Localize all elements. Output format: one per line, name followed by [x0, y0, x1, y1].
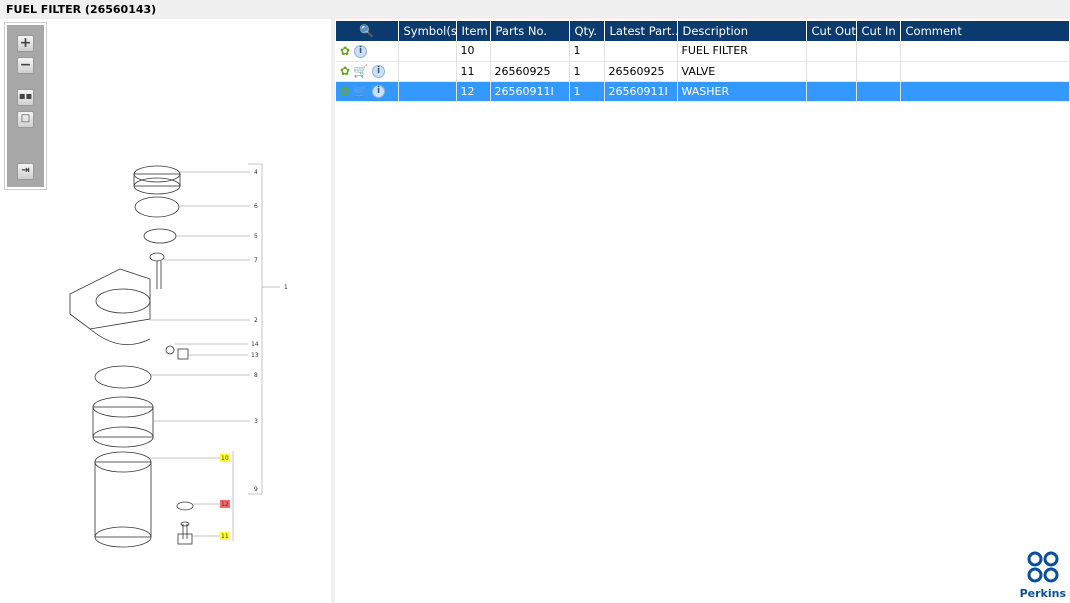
gear-icon[interactable]: ✿: [340, 64, 350, 78]
latest-part-cell: [604, 41, 678, 62]
callout-9[interactable]: 9: [254, 486, 258, 493]
latest-part-cell: 26560925: [604, 61, 678, 82]
column-qty[interactable]: Qty.: [569, 21, 605, 41]
gear-icon[interactable]: ✿: [340, 44, 350, 58]
qty-cell: 1: [569, 61, 605, 82]
parts-no-cell: 26560925: [490, 61, 570, 82]
qty-cell: 1: [569, 41, 605, 62]
parts-list-panel: 🔍 Symbol(s) Item Parts No. Qty. Latest P…: [335, 19, 1070, 603]
callout-14[interactable]: 14: [251, 341, 259, 348]
parts-no-cell: 26560911I: [490, 81, 570, 102]
callout-8[interactable]: 8: [254, 372, 258, 379]
callout-4[interactable]: 4: [254, 169, 258, 176]
callout-13[interactable]: 13: [251, 352, 259, 359]
item-cell: 12: [456, 81, 491, 102]
gear-icon[interactable]: ✿: [340, 84, 350, 98]
info-icon[interactable]: i: [372, 85, 386, 99]
description-cell: VALVE: [677, 61, 807, 82]
info-icon[interactable]: i: [372, 65, 386, 79]
column-cut-out[interactable]: Cut Out: [806, 21, 857, 41]
column-cut-in[interactable]: Cut In: [856, 21, 901, 41]
diagram-panel: + − ▪▪ □ ⇥ 4 6 5 7 1 2 14 13 8 3 10 12 1…: [0, 19, 331, 603]
parts-no-cell: [490, 41, 570, 62]
latest-part-cell: 26560911I: [604, 81, 678, 102]
callout-5[interactable]: 5: [254, 233, 258, 240]
callout-1[interactable]: 1: [284, 284, 288, 291]
item-cell: 11: [456, 61, 491, 82]
callout-3[interactable]: 3: [254, 418, 258, 425]
diagram-parts: [69, 165, 194, 548]
perkins-logo-mark: [1027, 551, 1059, 583]
callout-6[interactable]: 6: [254, 203, 258, 210]
logo-text: Perkins: [1019, 587, 1066, 600]
cart-icon[interactable]: 🛒: [353, 84, 368, 98]
exploded-diagram[interactable]: 4 6 5 7 1 2 14 13 8 3 10 12 11 9: [0, 19, 331, 603]
table-row[interactable]: ✿ 🛒 i 11 26560925 1 26560925 VALVE: [336, 61, 1070, 82]
callout-2[interactable]: 2: [254, 317, 258, 324]
callout-7[interactable]: 7: [254, 257, 258, 264]
window-title: FUEL FILTER (26560143): [6, 3, 157, 16]
description-cell: WASHER: [677, 81, 807, 102]
column-comment[interactable]: Comment: [900, 21, 1070, 41]
column-symbols[interactable]: Symbol(s): [398, 21, 457, 41]
search-icon[interactable]: 🔍: [359, 24, 374, 38]
table-header: 🔍 Symbol(s) Item Parts No. Qty. Latest P…: [336, 21, 1070, 41]
info-icon[interactable]: i: [354, 45, 368, 58]
table-row[interactable]: ✿ i 10 1 FUEL FILTER: [336, 41, 1070, 62]
callout-12[interactable]: 12: [221, 501, 229, 508]
table-row-selected[interactable]: ✿ 🛒 i 12 26560911I 1 26560911I WASHER: [336, 81, 1070, 102]
perkins-logo: Perkins: [1020, 550, 1066, 600]
cart-icon[interactable]: 🛒: [353, 64, 368, 78]
column-description[interactable]: Description: [677, 21, 807, 41]
callout-10[interactable]: 10: [221, 455, 229, 462]
column-parts-no[interactable]: Parts No.: [490, 21, 570, 41]
description-cell: FUEL FILTER: [677, 41, 807, 62]
parts-table: 🔍 Symbol(s) Item Parts No. Qty. Latest P…: [336, 21, 1070, 102]
callout-11[interactable]: 11: [221, 533, 229, 540]
column-search[interactable]: 🔍: [336, 21, 399, 41]
qty-cell: 1: [569, 81, 605, 102]
item-cell: 10: [456, 41, 491, 62]
column-item[interactable]: Item: [456, 21, 491, 41]
column-latest-part[interactable]: Latest Part...: [604, 21, 678, 41]
